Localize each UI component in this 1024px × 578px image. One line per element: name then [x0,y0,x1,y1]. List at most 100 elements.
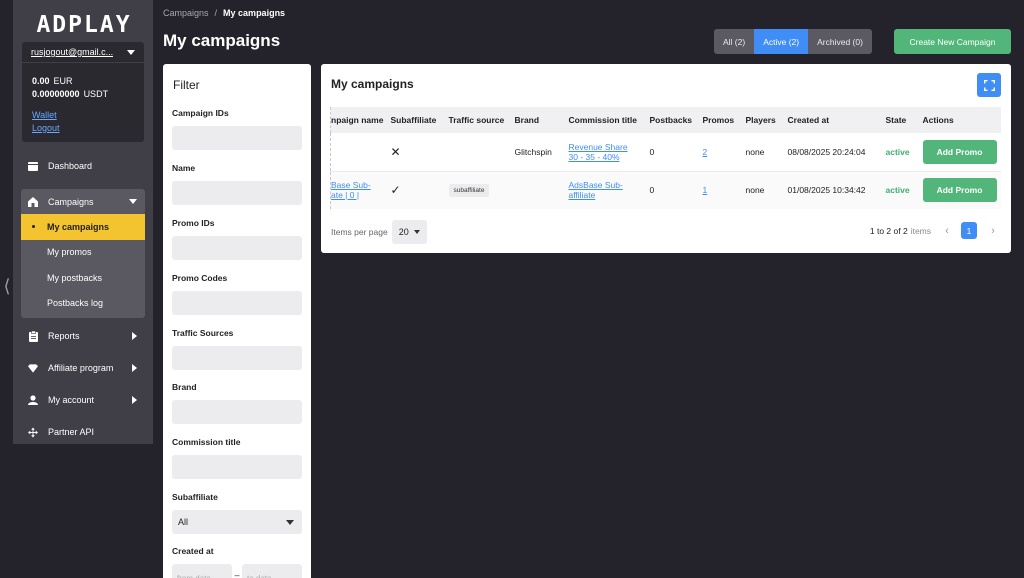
traffic-source-cell [444,133,511,172]
commission-title-input[interactable] [172,455,302,479]
fullscreen-button[interactable] [977,73,1001,97]
create-campaign-button[interactable]: Create New Campaign [894,29,1011,54]
panel-title: My campaigns [331,77,414,91]
items-per-page: Items per page 20 [331,220,427,244]
column-header[interactable]: Commission title [565,107,646,133]
items-per-page-label: Items per page [331,227,388,237]
wallet-link[interactable]: Wallet [32,109,144,122]
check-icon: ✓ [390,183,401,198]
logout-link[interactable]: Logout [32,122,144,135]
add-promo-button[interactable]: Add Promo [922,139,997,164]
campaign-ids-input[interactable] [172,126,302,150]
sidebar-item-my-postbacks[interactable]: My postbacks [21,265,145,291]
subaffiliate-cell: ✕ [386,133,445,172]
chevron-right-icon[interactable]: › [985,225,1001,237]
chevron-down-icon [129,199,137,204]
sidebar-item-label: Campaigns [48,196,94,207]
created-at-cell: 01/08/2025 10:34:42 [787,185,866,196]
date-from-input[interactable]: from date [172,564,232,578]
campaign-ids-label: Campaign IDs [172,108,229,118]
chevron-right-icon [132,364,137,372]
brand-input[interactable] [172,400,302,424]
column-header[interactable]: Created at [784,107,882,133]
commission-link[interactable]: AdsBase Sub-affiliate [569,180,623,200]
sidebar-item-my-promos[interactable]: My promos [21,240,145,266]
column-header[interactable]: State [882,107,919,133]
breadcrumb-parent[interactable]: Campaigns [163,8,209,18]
chevron-left-icon[interactable]: ‹ [939,225,955,237]
column-header[interactable]: Postbacks [646,107,699,133]
date-range-separator: – [234,570,240,578]
actions-cell: Add Promo [918,133,1001,172]
column-header: Actions [922,115,954,125]
traffic-source-cell: subaffiliate [445,171,511,209]
sidebar-item-campaigns[interactable]: Campaigns [21,189,145,214]
balance-eur: 0.00 EUR [32,76,73,86]
traffic-sources-input[interactable] [172,346,302,370]
items-per-page-select[interactable]: 20 [391,220,427,244]
promo-codes-input[interactable] [172,291,302,315]
subaffiliate-select[interactable]: All [172,510,302,534]
commission-link[interactable]: Revenue Share 30 - 35 - 40% [569,142,628,162]
column-header[interactable]: Brand [511,107,565,133]
account-box: rusjogout@gmail.c... 0.00 EUR 0.00000000 U… [22,42,144,142]
promos-link[interactable]: 2 [703,147,708,157]
sidebar-item-my-campaigns[interactable]: My campaigns [21,214,145,240]
table-row: Base Sub-ate | 0 | ✓ subaffiliate AdsBas… [330,171,1001,209]
column-header[interactable]: Players [742,107,784,133]
sidebar-item-label: Reports [48,331,80,341]
column-header[interactable]: Promos [699,107,742,133]
sidebar-item-label: Affiliate program [48,363,114,373]
promo-ids-input[interactable] [172,236,302,260]
chevron-right-icon [132,332,137,340]
sidebar-item-reports[interactable]: Reports [21,320,145,352]
sidebar-collapse-handle[interactable]: ⟨ [2,276,12,297]
pagination: 1 to 2 of 2 items ‹ 1 › [870,222,1001,239]
campaign-name-cell [330,133,387,172]
campaign-status-tabs: All (2) Active (2) Archived (0) [714,29,872,54]
sidebar-item-affiliate-program[interactable]: Affiliate program [21,352,145,384]
promos-cell: 2 [698,133,742,172]
traffic-source-tag: subaffiliate [448,183,490,197]
logo: ADPLAY [36,12,132,38]
subaffiliate-select-value: All [178,517,189,527]
name-input[interactable] [172,181,302,205]
items-per-page-value: 20 [398,227,409,237]
sidebar-item-partner-api[interactable]: Partner API [21,416,145,448]
campaigns-table: npaign name Subaffiliate Traffic source … [330,107,1001,209]
sidebar-item-postbacks-log[interactable]: Postbacks log [21,291,145,317]
home-icon [28,196,38,207]
balance-list: 0.00 EUR 0.00000000 USDT [22,63,144,101]
promos-link[interactable]: 1 [703,185,708,195]
date-to-input[interactable]: to date [242,564,302,578]
column-header[interactable]: Subaffiliate [387,107,445,133]
commission-title-label: Commission title [172,437,241,447]
account-email[interactable]: rusjogout@gmail.c... [31,47,113,57]
brand-cell: Glitchspin [510,133,565,172]
campaigns-submenu: My campaigns My promos My postbacks Post… [21,214,145,318]
user-icon [28,395,38,405]
chevron-down-icon [286,519,294,525]
account-dropdown[interactable]: rusjogout@gmail.c... [22,42,144,63]
campaigns-panel: My campaigns npaign name Subaffiliate Tr… [321,64,1011,253]
tab-active[interactable]: Active (2) [754,29,809,54]
column-header[interactable]: npaign name [330,107,387,133]
brand-label: Brand [172,382,197,392]
close-icon: ✕ [390,144,401,159]
page-button-current[interactable]: 1 [961,222,977,239]
tab-all[interactable]: All (2) [714,29,755,54]
campaign-name-link[interactable]: Base Sub-ate | 0 | [331,180,371,200]
tab-archived[interactable]: Archived (0) [808,29,872,54]
chevron-down-icon[interactable] [127,49,135,55]
promos-cell: 1 [699,171,742,209]
add-promo-button[interactable]: Add Promo [922,178,997,203]
sidebar-item-dashboard[interactable]: Dashboard [21,150,145,182]
state-cell: active [881,133,919,172]
column-header[interactable]: Traffic source [445,107,511,133]
commission-cell: AdsBase Sub-affiliate [565,171,646,209]
campaign-name-cell: Base Sub-ate | 0 | [330,171,387,209]
sidebar-item-my-account[interactable]: My account [21,384,145,416]
status-badge: active [885,185,910,196]
players-cell: none [741,133,784,172]
page-title: My campaigns [163,31,281,50]
